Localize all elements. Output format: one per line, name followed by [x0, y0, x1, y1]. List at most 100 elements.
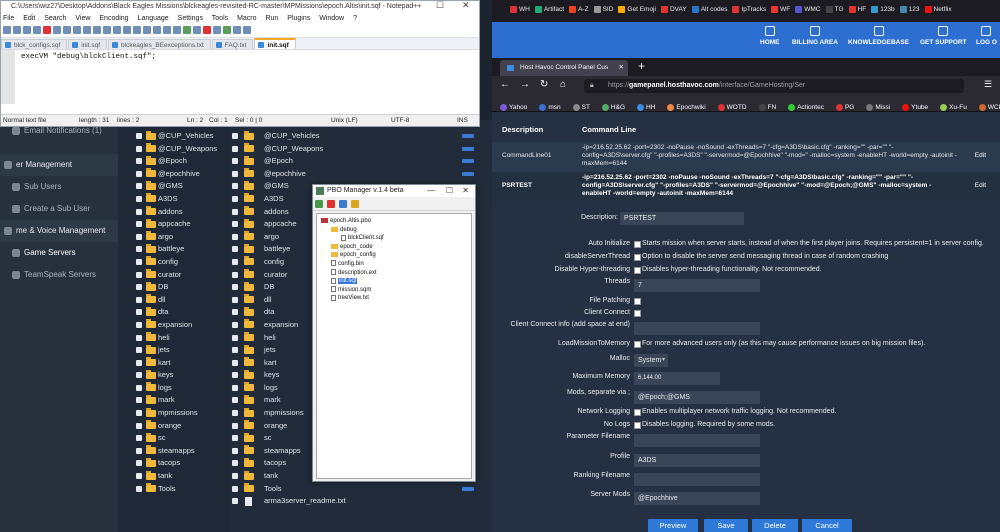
doc-map-icon[interactable]: [183, 26, 191, 34]
row-checkbox[interactable]: [232, 372, 238, 379]
row-checkbox[interactable]: [136, 485, 142, 492]
menu-file[interactable]: File: [3, 15, 14, 22]
folder-row[interactable]: mark: [118, 394, 230, 407]
extract-icon[interactable]: [315, 200, 323, 208]
row-checkbox[interactable]: [232, 208, 238, 215]
settings-icon[interactable]: [339, 200, 347, 208]
edit-link[interactable]: Edit: [975, 152, 986, 159]
bookmark-item[interactable]: Xu-Fu: [940, 100, 973, 111]
nav-billing[interactable]: BILLING AREA: [792, 26, 838, 46]
row-checkbox[interactable]: [232, 347, 238, 354]
row-checkbox[interactable]: [232, 170, 238, 177]
parameter-filename-input[interactable]: [634, 434, 760, 447]
row-checkbox[interactable]: [136, 447, 142, 454]
minimize-icon[interactable]: —: [427, 185, 435, 197]
row-checkbox[interactable]: [232, 309, 238, 316]
spellcheck-icon[interactable]: [243, 26, 251, 34]
row-checkbox[interactable]: [232, 183, 238, 190]
row-checkbox[interactable]: [136, 359, 142, 366]
folder-row[interactable]: @Epoch: [230, 155, 492, 168]
pbo-tree-item[interactable]: mission.sqm: [331, 286, 371, 295]
url-bar[interactable]: 🔒︎ https://gamepanel.hosthavoc.com/inter…: [584, 79, 964, 93]
menu-edit[interactable]: Edit: [23, 15, 35, 22]
sidebar-item-sub-users[interactable]: Sub Users: [0, 176, 118, 198]
redo-icon[interactable]: [103, 26, 111, 34]
row-checkbox[interactable]: [136, 321, 142, 328]
bookmark-item[interactable]: WMC: [795, 6, 821, 13]
row-checkbox[interactable]: [232, 384, 238, 391]
sidebar-item-teamspeak-servers[interactable]: TeamSpeak Servers: [0, 264, 118, 286]
bookmark-item[interactable]: TG: [825, 6, 844, 13]
bookmark-item[interactable]: Alt codes: [691, 6, 727, 13]
copy-icon[interactable]: [73, 26, 81, 34]
paste-icon[interactable]: [83, 26, 91, 34]
folder-row[interactable]: steamapps: [118, 445, 230, 458]
folder-row[interactable]: dll: [118, 294, 230, 307]
notepad-maximize-icon[interactable]: ☐: [436, 0, 444, 11]
row-checkbox[interactable]: [232, 284, 238, 291]
menu-language[interactable]: Language: [138, 15, 169, 22]
folder-row[interactable]: A3DS: [118, 193, 230, 206]
row-checkbox[interactable]: [232, 473, 238, 480]
folder-row[interactable]: tank: [118, 470, 230, 483]
folder-row[interactable]: Tools: [230, 483, 492, 496]
folder-row[interactable]: @CUP_Vehicles: [118, 130, 230, 143]
row-checkbox[interactable]: [136, 410, 142, 417]
bookmark-item[interactable]: 123: [899, 6, 920, 13]
row-checkbox[interactable]: [136, 233, 142, 240]
row-checkbox[interactable]: [232, 447, 238, 454]
close-icon[interactable]: ✕: [462, 185, 469, 197]
row-checkbox[interactable]: [232, 359, 238, 366]
close-file-icon[interactable]: [43, 26, 51, 34]
menu-icon[interactable]: ☰: [984, 79, 992, 90]
pbo-tree-item[interactable]: debug: [331, 226, 357, 235]
folder-row[interactable]: tacops: [118, 457, 230, 470]
menu-view[interactable]: View: [75, 15, 90, 22]
folder-row[interactable]: DB: [118, 281, 230, 294]
open-file-icon[interactable]: [13, 26, 21, 34]
bookmark-item[interactable]: HH: [637, 100, 661, 111]
network-logging-checkbox[interactable]: [634, 409, 641, 416]
folder-row[interactable]: config: [118, 256, 230, 269]
bookmark-item[interactable]: 123b: [871, 6, 895, 13]
row-checkbox[interactable]: [136, 435, 142, 442]
row-checkbox[interactable]: [232, 195, 238, 202]
row-checkbox[interactable]: [232, 296, 238, 303]
server-mods-input[interactable]: @Epochhive: [634, 492, 760, 505]
bookmark-item[interactable]: A-Z: [569, 6, 589, 13]
back-icon[interactable]: ←: [500, 79, 510, 90]
preview-button[interactable]: Preview: [648, 519, 698, 532]
bookmark-item[interactable]: PG: [835, 100, 860, 111]
row-checkbox[interactable]: [232, 485, 238, 492]
threads-input[interactable]: 7: [634, 279, 760, 292]
menu-window[interactable]: Window: [319, 15, 344, 22]
row-checkbox[interactable]: [136, 384, 142, 391]
folder-row[interactable]: @epochhive: [118, 168, 230, 181]
delete-icon[interactable]: [327, 200, 335, 208]
bookmark-item[interactable]: WF: [771, 6, 790, 13]
disable-ht-checkbox[interactable]: [634, 267, 641, 274]
bookmark-item[interactable]: ST: [572, 100, 596, 111]
menu-encoding[interactable]: Encoding: [99, 15, 128, 22]
client-connect-info-input[interactable]: [634, 322, 760, 335]
row-checkbox[interactable]: [232, 334, 238, 341]
row-checkbox[interactable]: [232, 258, 238, 265]
row-checkbox[interactable]: [232, 460, 238, 467]
row-checkbox[interactable]: [232, 498, 238, 505]
cancel-button[interactable]: Cancel: [802, 519, 852, 532]
pbo-tree-item[interactable]: init.sqf: [331, 277, 358, 286]
row-checkbox[interactable]: [232, 271, 238, 278]
row-checkbox[interactable]: [232, 233, 238, 240]
nav-support[interactable]: GET SUPPORT: [920, 26, 967, 46]
reload-icon[interactable]: ↻: [540, 79, 548, 90]
save-icon[interactable]: [23, 26, 31, 34]
replace-icon[interactable]: [123, 26, 131, 34]
sidebar-item-create-sub-user[interactable]: Create a Sub User: [0, 198, 118, 220]
maximize-icon[interactable]: ☐: [446, 185, 453, 197]
sidebar-item-game-servers[interactable]: Game Servers: [0, 242, 118, 264]
row-checkbox[interactable]: [136, 372, 142, 379]
folder-row[interactable]: @epochhive: [230, 168, 492, 181]
menu-macro[interactable]: Macro: [237, 15, 256, 22]
pbo-tree-item[interactable]: epoch_config: [331, 251, 376, 260]
new-tab-button[interactable]: +: [638, 59, 645, 73]
